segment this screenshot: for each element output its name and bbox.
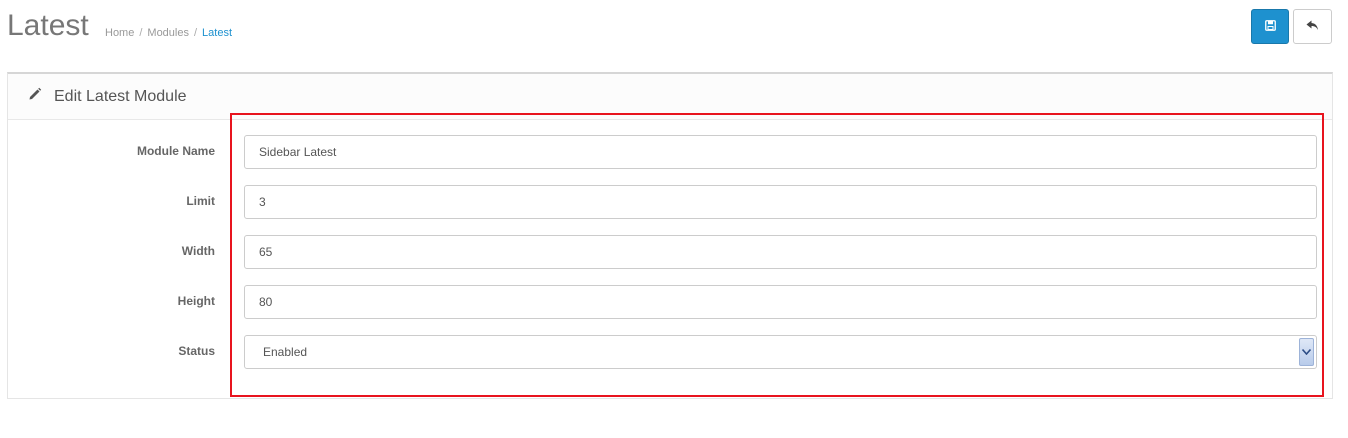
form-row-width: Width 65: [8, 235, 1334, 269]
form-row-status: Status Enabled: [8, 335, 1334, 369]
reply-icon: [1306, 18, 1319, 36]
pencil-icon: [28, 87, 42, 106]
limit-input[interactable]: 3: [244, 185, 1317, 219]
breadcrumb-latest[interactable]: Latest: [202, 27, 232, 39]
status-selected-value: Enabled: [263, 345, 308, 359]
limit-label: Limit: [186, 194, 215, 208]
edit-module-panel: Edit Latest Module Module Name Sidebar L…: [7, 72, 1333, 399]
save-button[interactable]: [1251, 9, 1289, 44]
back-button[interactable]: [1293, 9, 1332, 44]
form-row-height: Height 80: [8, 285, 1334, 319]
save-icon: [1264, 18, 1276, 36]
breadcrumb: Home / Modules / Latest: [105, 26, 232, 40]
breadcrumb-modules[interactable]: Modules: [147, 27, 189, 39]
status-label: Status: [178, 344, 215, 358]
page-title: Latest: [7, 9, 89, 42]
form-row-module-name: Module Name Sidebar Latest: [8, 135, 1334, 169]
height-input[interactable]: 80: [244, 285, 1317, 319]
width-input[interactable]: 65: [244, 235, 1317, 269]
breadcrumb-home[interactable]: Home: [105, 27, 134, 39]
panel-heading: Edit Latest Module: [8, 74, 1332, 120]
module-name-label: Module Name: [136, 144, 215, 158]
breadcrumb-separator: /: [139, 27, 143, 39]
breadcrumb-separator: /: [193, 27, 198, 39]
form-row-limit: Limit 3: [8, 185, 1334, 219]
chevron-down-icon[interactable]: [1299, 338, 1314, 366]
width-label: Width: [181, 244, 215, 258]
height-label: Height: [177, 294, 215, 308]
module-name-input[interactable]: Sidebar Latest: [244, 135, 1317, 169]
panel-title: Edit Latest Module: [54, 87, 187, 105]
status-select[interactable]: Enabled: [244, 335, 1317, 369]
